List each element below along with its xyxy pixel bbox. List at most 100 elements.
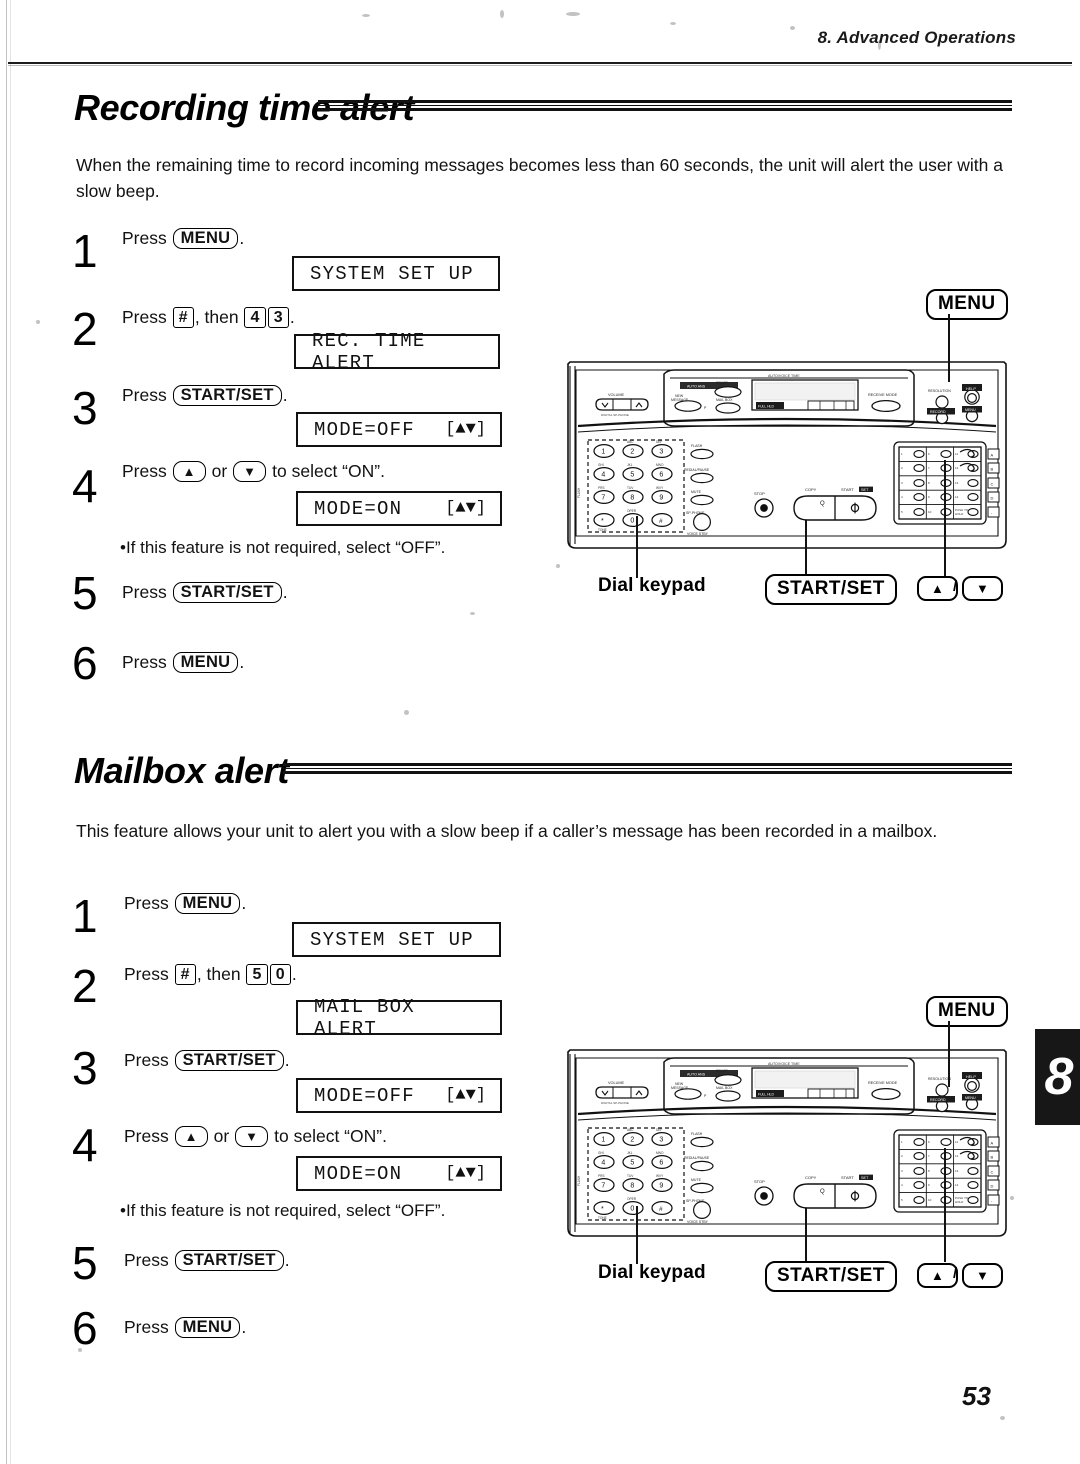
callout-menu-top: MENU — [926, 289, 1008, 320]
fax-machine-illustration-top: FULL HLD AUTO ANS AUTO/VOICE TIME ERASE … — [556, 330, 1016, 600]
svg-text:3: 3 — [659, 1137, 663, 1144]
svg-text:B: B — [991, 1155, 994, 1160]
callout-start-set-top: START/SET — [765, 574, 897, 605]
step-number-3: 3 — [72, 382, 98, 434]
manual-page: 8. Advanced Operations Recording time al… — [0, 0, 1080, 1464]
step-connector: , then — [196, 964, 241, 984]
svg-text:12: 12 — [955, 466, 959, 470]
step-number-4: 4 — [72, 1119, 98, 1171]
menu-key-pill[interactable]: MENU — [174, 1317, 241, 1338]
down-arrow-key-pill[interactable]: ▼ — [235, 1126, 269, 1147]
svg-text:MENU: MENU — [965, 1096, 976, 1100]
svg-text:10: 10 — [928, 510, 932, 514]
lcd-indicator: [▲▼] — [445, 1164, 486, 1183]
section-title-rule — [318, 100, 1012, 112]
svg-text:TONE: TONE — [598, 528, 607, 532]
step-period: . — [241, 1317, 247, 1337]
svg-text:TUV: TUV — [627, 486, 634, 490]
step-verb: Press — [122, 582, 167, 602]
step-verb: Press — [124, 1126, 169, 1146]
svg-text:14: 14 — [955, 1183, 959, 1187]
step-tail: to select “ON”. — [274, 1126, 387, 1146]
svg-text:MENU: MENU — [965, 408, 976, 412]
svg-text:ABC: ABC — [627, 440, 634, 444]
svg-text:8: 8 — [630, 495, 634, 502]
svg-text:JKL: JKL — [627, 463, 633, 467]
svg-text:SP-PHONE: SP-PHONE — [686, 1199, 705, 1203]
step-number-4: 4 — [72, 460, 98, 512]
svg-text:RECORD: RECORD — [930, 410, 946, 414]
svg-text:A: A — [991, 453, 994, 458]
step-verb: Press — [122, 307, 167, 327]
lcd-display-rec-time-alert: REC. TIME ALERT — [294, 330, 500, 374]
lcd-text: REC. TIME ALERT — [312, 329, 426, 374]
callout-down-arrow-top: ▼ — [962, 576, 1004, 601]
svg-text:MESSAGE: MESSAGE — [671, 1086, 689, 1090]
step-number-5: 5 — [72, 567, 98, 619]
svg-text:FLASH: FLASH — [577, 1175, 581, 1186]
digit-key-pill-first[interactable]: 4 — [244, 307, 266, 328]
start-set-key-pill[interactable]: START/SET — [172, 385, 282, 406]
svg-text:HELP: HELP — [966, 1075, 976, 1079]
svg-text:MAIL BOX: MAIL BOX — [716, 398, 733, 402]
svg-text:FLASH: FLASH — [691, 1132, 703, 1136]
hash-key-pill[interactable]: # — [172, 307, 194, 328]
svg-text:6: 6 — [659, 472, 663, 479]
svg-text:C: C — [991, 1170, 994, 1175]
svg-text:COPY: COPY — [805, 487, 817, 492]
svg-text:Q: Q — [820, 1189, 825, 1195]
up-arrow-key-pill[interactable]: ▲ — [172, 461, 206, 482]
svg-text:3: 3 — [659, 449, 663, 456]
menu-key-pill[interactable]: MENU — [172, 652, 239, 673]
down-arrow-key-pill[interactable]: ▼ — [233, 461, 267, 482]
svg-text:7: 7 — [601, 495, 605, 502]
svg-text:WXY: WXY — [656, 486, 664, 490]
callout-slash-top: / — [953, 578, 958, 595]
step-text-1: Press MENU. — [124, 891, 246, 915]
svg-text:2: 2 — [630, 1137, 634, 1144]
note-mailbox-alert: •If this feature is not required, select… — [120, 1201, 446, 1220]
svg-text:11: 11 — [955, 1140, 958, 1144]
step-period: . — [289, 307, 295, 327]
leader-line-dial-keypad-bottom — [636, 1206, 638, 1264]
scan-speck — [500, 10, 504, 18]
step-verb: Press — [124, 1317, 169, 1337]
svg-text:MESSAGE: MESSAGE — [671, 398, 689, 402]
hash-key-pill[interactable]: # — [174, 964, 196, 985]
svg-text:TUV: TUV — [627, 1174, 634, 1178]
svg-text:13: 13 — [955, 1169, 959, 1173]
svg-text:AUTO/VOICE TIME: AUTO/VOICE TIME — [768, 374, 800, 378]
digit-key-pill-second[interactable]: 3 — [267, 307, 289, 328]
svg-text:2: 2 — [630, 449, 634, 456]
svg-text:7: 7 — [601, 1183, 605, 1190]
scan-speck — [362, 14, 370, 17]
svg-text:10: 10 — [928, 1198, 932, 1202]
svg-text:RECORD: RECORD — [930, 1098, 946, 1102]
digit-key-pill-second[interactable]: 0 — [269, 964, 291, 985]
up-arrow-key-pill[interactable]: ▲ — [174, 1126, 208, 1147]
svg-text:FULL HLD: FULL HLD — [758, 1093, 774, 1097]
fax-machine-illustration-bottom: FULL HLD AUTO ANS AUTO/VOICE TIME ERASE … — [556, 1018, 1016, 1288]
svg-text:Q: Q — [820, 501, 825, 507]
start-set-key-pill[interactable]: START/SET — [174, 1050, 284, 1071]
svg-text:VOICE STBY: VOICE STBY — [687, 1220, 709, 1224]
menu-key-pill[interactable]: MENU — [174, 893, 241, 914]
svg-text:MUTE: MUTE — [691, 1178, 702, 1182]
svg-text:RECEIVE MODE: RECEIVE MODE — [868, 393, 898, 397]
step-text-3: Press START/SET. — [124, 1048, 290, 1072]
svg-text:STOP: STOP — [754, 1179, 765, 1184]
digit-key-pill-first[interactable]: 5 — [246, 964, 268, 985]
svg-text:SET: SET — [861, 1176, 869, 1180]
step-verb: Press — [124, 964, 169, 984]
menu-key-pill[interactable]: MENU — [172, 228, 239, 249]
start-set-key-pill[interactable]: START/SET — [174, 1250, 284, 1271]
svg-text:TONE: TONE — [598, 1216, 607, 1220]
svg-text:14: 14 — [955, 495, 959, 499]
step-text-6: Press MENU. — [124, 1315, 246, 1339]
step-verb: Press — [122, 385, 167, 405]
leader-line-menu-top — [948, 314, 950, 382]
step-number-5: 5 — [72, 1237, 98, 1289]
svg-text:VOICE STBY: VOICE STBY — [687, 532, 709, 536]
start-set-key-pill[interactable]: START/SET — [172, 582, 282, 603]
lcd-display-mail-box-alert: MAIL BOX ALERT — [296, 996, 502, 1040]
